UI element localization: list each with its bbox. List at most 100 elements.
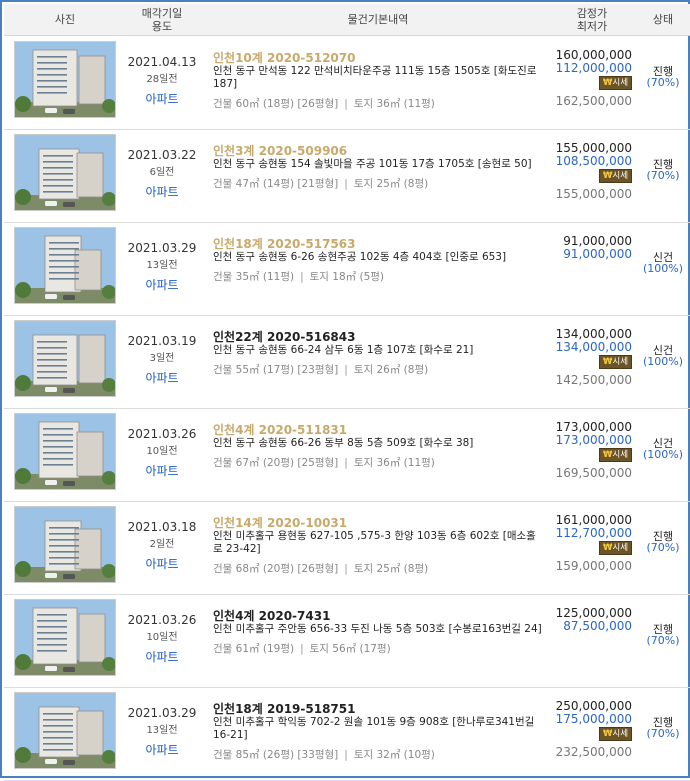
market-label: 시세: [612, 543, 629, 553]
usage-link[interactable]: 아파트: [116, 183, 208, 200]
market-price: 159,000,000: [555, 559, 632, 573]
table-row[interactable]: 2021.03.26 10일전 아파트 인천4계 2020-511831 인천 …: [4, 409, 690, 502]
won-icon: ₩: [602, 729, 613, 739]
table-header: 사진 매각기일 용도 물건기본내역 감정가 최저가 상태: [4, 4, 690, 36]
auction-date: 2021.03.22: [127, 148, 197, 162]
usage-link[interactable]: 아파트: [116, 741, 208, 758]
building-area: 건물 68㎡ (20평) [26평형]: [213, 563, 339, 575]
table-row[interactable]: 2021.03.29 13일전 아파트 인천18계 2020-517563 인천…: [4, 223, 690, 316]
days-remaining: 13일전: [146, 725, 178, 736]
market-price-button[interactable]: ₩시세: [599, 727, 632, 741]
property-info: 인천4계 2020-511831 인천 동구 송현동 66-26 동부 8동 5…: [213, 423, 543, 470]
table-row[interactable]: 2021.03.29 13일전 아파트 인천18계 2019-518751 인천…: [4, 688, 690, 781]
building-area: 건물 55㎡ (17평) [23평형]: [213, 364, 339, 376]
header-photo: 사진: [54, 13, 76, 26]
table-row[interactable]: 2021.03.18 2일전 아파트 인천14계 2020-10031 인천 미…: [4, 502, 690, 595]
auction-date: 2021.03.19: [127, 334, 197, 348]
usage-link[interactable]: 아파트: [116, 276, 208, 293]
property-photo[interactable]: [14, 320, 116, 397]
area-info: 건물 55㎡ (17평) [23평형] | 토지 26㎡ (8평): [213, 363, 543, 377]
days-remaining: 3일전: [149, 353, 175, 364]
table-row[interactable]: 2021.03.22 6일전 아파트 인천3계 2020-509906 인천 동…: [4, 130, 690, 223]
building-area: 건물 47㎡ (14평) [21평형]: [213, 178, 339, 190]
market-label: 시세: [612, 78, 629, 88]
separator: |: [344, 364, 348, 376]
case-number-link[interactable]: 인천18계 2019-518751: [213, 702, 543, 716]
separator: |: [344, 457, 348, 469]
auction-list-table: 사진 매각기일 용도 물건기본내역 감정가 최저가 상태 2021.04.13 …: [0, 0, 690, 781]
appraisal-price: 250,000,000: [555, 699, 632, 713]
building-area: 건물 60㎡ (18평) [26평형]: [213, 98, 339, 110]
usage-link[interactable]: 아파트: [116, 90, 208, 107]
market-price-button[interactable]: ₩시세: [599, 448, 632, 462]
case-number-link[interactable]: 인천22계 2020-516843: [213, 330, 543, 344]
won-icon: ₩: [602, 543, 613, 553]
auction-date: 2021.03.18: [127, 520, 197, 534]
apartment-photo-icon: [15, 507, 115, 582]
minimum-price: 91,000,000: [563, 247, 632, 261]
appraisal-price: 134,000,000: [555, 327, 632, 341]
header-price: 감정가 최저가: [552, 7, 632, 33]
property-info: 인천14계 2020-10031 인천 미추홀구 용현동 627-105 ,57…: [213, 516, 543, 576]
building-area: 건물 85㎡ (26평) [33평형]: [213, 749, 339, 761]
area-info: 건물 85㎡ (26평) [33평형] | 토지 32㎡ (10평): [213, 748, 543, 762]
case-number-link[interactable]: 인천14계 2020-10031: [213, 516, 543, 530]
minimum-price: 87,500,000: [563, 619, 632, 633]
minimum-price: 112,000,000: [555, 61, 632, 75]
usage-link[interactable]: 아파트: [116, 555, 208, 572]
property-photo[interactable]: [14, 599, 116, 676]
market-price: 169,500,000: [555, 466, 632, 480]
days-remaining: 28일전: [146, 74, 178, 85]
header-info: 물건기본내역: [347, 13, 409, 26]
property-photo[interactable]: [14, 413, 116, 490]
property-photo[interactable]: [14, 227, 116, 304]
land-area: 토지 18㎡ (5평): [309, 271, 385, 283]
case-number-link[interactable]: 인천4계 2020-7431: [213, 609, 543, 623]
apartment-photo-icon: [15, 321, 115, 396]
case-number-link[interactable]: 인천10계 2020-512070: [213, 51, 543, 65]
property-info: 인천4계 2020-7431 인천 미추홀구 주안동 656-33 두진 나동 …: [213, 609, 543, 656]
area-info: 건물 60㎡ (18평) [26평형] | 토지 36㎡ (11평): [213, 97, 543, 111]
apartment-photo-icon: [15, 693, 115, 768]
usage-link[interactable]: 아파트: [116, 462, 208, 479]
header-date: 매각기일: [141, 7, 183, 20]
market-price-button[interactable]: ₩시세: [599, 169, 632, 183]
appraisal-price: 173,000,000: [555, 420, 632, 434]
property-info: 인천22계 2020-516843 인천 동구 송현동 66-24 삼두 6동 …: [213, 330, 543, 377]
property-photo[interactable]: [14, 692, 116, 769]
status-percent: (70%): [646, 76, 680, 89]
property-photo[interactable]: [14, 506, 116, 583]
auction-date: 2021.03.26: [127, 613, 197, 627]
property-photo[interactable]: [14, 41, 116, 118]
case-number-link[interactable]: 인천3계 2020-509906: [213, 144, 543, 158]
appraisal-price: 161,000,000: [555, 513, 632, 527]
table-row[interactable]: 2021.03.26 10일전 아파트 인천4계 2020-7431 인천 미추…: [4, 595, 690, 688]
market-price-button[interactable]: ₩시세: [599, 541, 632, 555]
auction-date: 2021.03.26: [127, 427, 197, 441]
usage-link[interactable]: 아파트: [116, 648, 208, 665]
header-usage: 용도: [151, 20, 173, 33]
usage-link[interactable]: 아파트: [116, 369, 208, 386]
table-row[interactable]: 2021.04.13 28일전 아파트 인천10계 2020-512070 인천…: [4, 37, 690, 130]
land-area: 토지 25㎡ (8평): [353, 563, 429, 575]
appraisal-price: 160,000,000: [555, 48, 632, 62]
days-remaining: 6일전: [149, 167, 175, 178]
apartment-photo-icon: [15, 228, 115, 303]
market-price-button[interactable]: ₩시세: [599, 355, 632, 369]
market-price-button[interactable]: ₩시세: [599, 76, 632, 90]
separator: |: [300, 271, 304, 283]
case-number-link[interactable]: 인천4계 2020-511831: [213, 423, 543, 437]
table-row[interactable]: 2021.03.19 3일전 아파트 인천22계 2020-516843 인천 …: [4, 316, 690, 409]
apartment-photo-icon: [15, 135, 115, 210]
days-remaining: 10일전: [146, 632, 178, 643]
header-date-usage: 매각기일 용도: [116, 7, 208, 33]
case-number-link[interactable]: 인천18계 2020-517563: [213, 237, 543, 251]
property-address: 인천 동구 송현동 6-26 송현주공 102동 4층 404호 [인중로 65…: [213, 251, 507, 263]
separator: |: [344, 178, 348, 190]
property-photo[interactable]: [14, 134, 116, 211]
market-price: 162,500,000: [555, 94, 632, 108]
area-info: 건물 47㎡ (14평) [21평형] | 토지 25㎡ (8평): [213, 177, 543, 191]
area-info: 건물 68㎡ (20평) [26평형] | 토지 25㎡ (8평): [213, 562, 543, 576]
appraisal-price: 125,000,000: [555, 606, 632, 620]
property-address: 인천 동구 송현동 66-26 동부 8동 5층 509호 [화수로 38]: [213, 437, 474, 449]
